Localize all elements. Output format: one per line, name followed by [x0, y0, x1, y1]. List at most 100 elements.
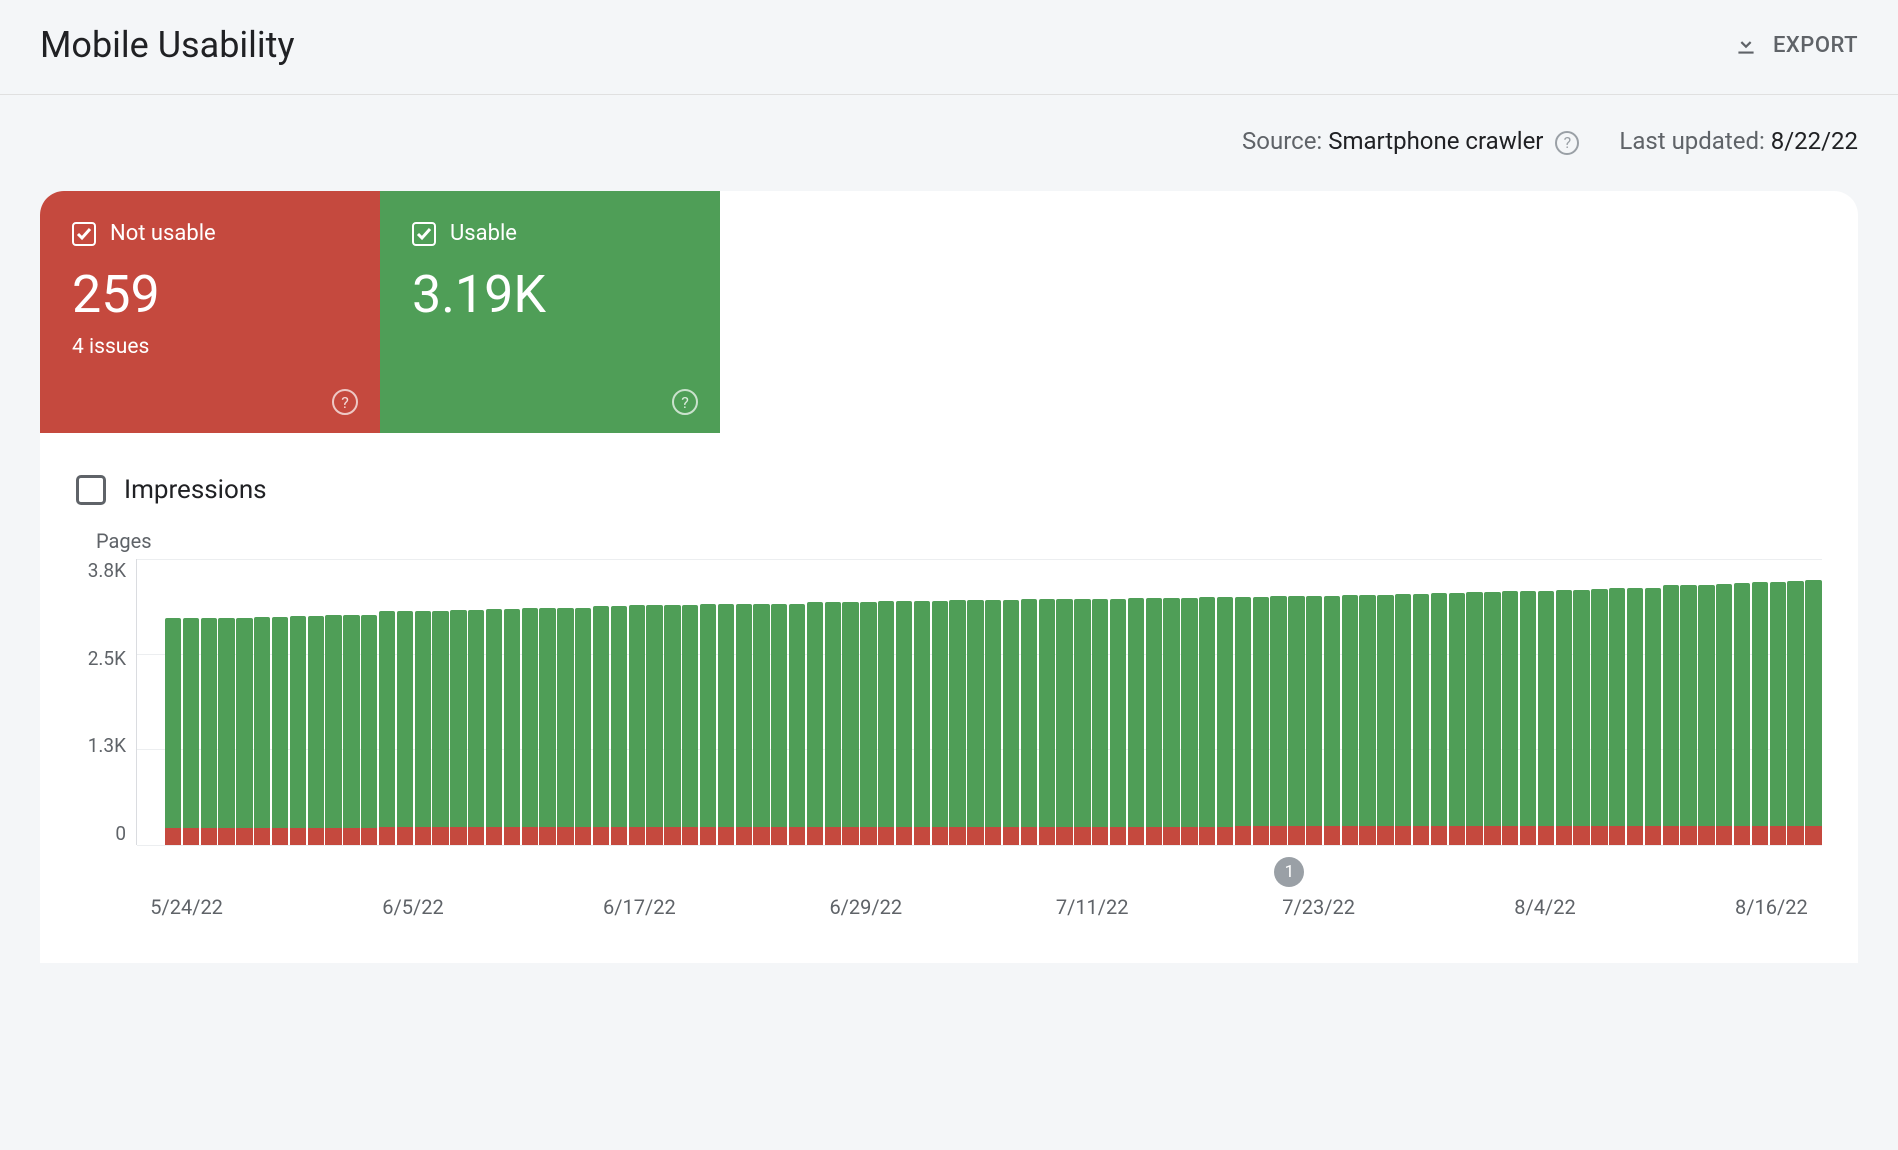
bar-day[interactable]	[1645, 559, 1661, 845]
bar-day[interactable]	[1627, 559, 1643, 845]
bar-day[interactable]	[254, 559, 270, 845]
bar-day[interactable]	[557, 559, 573, 845]
bar-day[interactable]	[325, 559, 341, 845]
status-card-usable[interactable]: Usable 3.19K ?	[380, 191, 720, 433]
bar-day[interactable]	[539, 559, 555, 845]
bar-day[interactable]	[896, 559, 912, 845]
checkbox-checked-icon[interactable]	[72, 222, 96, 246]
bar-day[interactable]	[1074, 559, 1090, 845]
bar-day[interactable]	[272, 559, 288, 845]
bar-day[interactable]	[218, 559, 234, 845]
help-icon[interactable]: ?	[672, 389, 698, 415]
bar-day[interactable]	[1181, 559, 1197, 845]
bar-day[interactable]	[949, 559, 965, 845]
bar-day[interactable]	[914, 559, 930, 845]
bar-day[interactable]	[504, 559, 520, 845]
bar-day[interactable]	[379, 559, 395, 845]
bar-day[interactable]	[1003, 559, 1019, 845]
bar-day[interactable]	[450, 559, 466, 845]
bar-day[interactable]	[967, 559, 983, 845]
bar-day[interactable]	[1128, 559, 1144, 845]
bar-day[interactable]	[486, 559, 502, 845]
bar-day[interactable]	[718, 559, 734, 845]
bar-day[interactable]	[165, 559, 181, 845]
bar-day[interactable]	[361, 559, 377, 845]
bar-day[interactable]	[825, 559, 841, 845]
bar-day[interactable]	[1716, 559, 1732, 845]
bar-day[interactable]	[593, 559, 609, 845]
bar-day[interactable]	[343, 559, 359, 845]
bar-day[interactable]	[1395, 559, 1411, 845]
bar-day[interactable]	[1698, 559, 1714, 845]
help-icon[interactable]: ?	[1555, 131, 1579, 155]
bar-day[interactable]	[860, 559, 876, 845]
bar-day[interactable]	[1092, 559, 1108, 845]
bar-day[interactable]	[290, 559, 306, 845]
bar-day[interactable]	[1324, 559, 1340, 845]
bar-day[interactable]	[1466, 559, 1482, 845]
bar-day[interactable]	[789, 559, 805, 845]
bar-day[interactable]	[1805, 559, 1821, 845]
bar-day[interactable]	[1235, 559, 1251, 845]
bar-day[interactable]	[878, 559, 894, 845]
bar-day[interactable]	[522, 559, 538, 845]
bar-day[interactable]	[1199, 559, 1215, 845]
bar-day[interactable]	[397, 559, 413, 845]
bar-day[interactable]	[1359, 559, 1375, 845]
bar-day[interactable]	[1163, 559, 1179, 845]
bar-day[interactable]	[1039, 559, 1055, 845]
bar-day[interactable]	[415, 559, 431, 845]
bar-day[interactable]	[932, 559, 948, 845]
bar-day[interactable]	[432, 559, 448, 845]
bar-day[interactable]	[1556, 559, 1572, 845]
bar-day[interactable]	[807, 559, 823, 845]
bar-day[interactable]	[1502, 559, 1518, 845]
bar-day[interactable]	[682, 559, 698, 845]
bar-day[interactable]	[1253, 559, 1269, 845]
bar-day[interactable]	[985, 559, 1001, 845]
bar-day[interactable]	[1609, 559, 1625, 845]
bar-day[interactable]	[1413, 559, 1429, 845]
bar-day[interactable]	[1306, 559, 1322, 845]
bar-day[interactable]	[646, 559, 662, 845]
bar-day[interactable]	[1342, 559, 1358, 845]
bar-day[interactable]	[236, 559, 252, 845]
chart-marker[interactable]: 1	[1274, 857, 1304, 887]
bar-day[interactable]	[1431, 559, 1447, 845]
bar-day[interactable]	[1520, 559, 1536, 845]
bar-day[interactable]	[771, 559, 787, 845]
bar-day[interactable]	[1663, 559, 1679, 845]
bar-day[interactable]	[1270, 559, 1286, 845]
bar-day[interactable]	[1484, 559, 1500, 845]
bar-day[interactable]	[1056, 559, 1072, 845]
bar-day[interactable]	[1573, 559, 1589, 845]
bar-day[interactable]	[1734, 559, 1750, 845]
bar-day[interactable]	[1288, 559, 1304, 845]
bar-day[interactable]	[1538, 559, 1554, 845]
status-card-not-usable[interactable]: Not usable 259 4 issues ?	[40, 191, 380, 433]
bar-day[interactable]	[611, 559, 627, 845]
bar-day[interactable]	[1752, 559, 1768, 845]
bar-day[interactable]	[468, 559, 484, 845]
bar-day[interactable]	[1787, 559, 1803, 845]
bar-day[interactable]	[1021, 559, 1037, 845]
bar-day[interactable]	[308, 559, 324, 845]
bar-day[interactable]	[1217, 559, 1233, 845]
bar-day[interactable]	[629, 559, 645, 845]
bar-day[interactable]	[1770, 559, 1786, 845]
bar-day[interactable]	[1110, 559, 1126, 845]
bar-day[interactable]	[1146, 559, 1162, 845]
bar-day[interactable]	[753, 559, 769, 845]
bar-day[interactable]	[736, 559, 752, 845]
checkbox-checked-icon[interactable]	[412, 222, 436, 246]
bar-day[interactable]	[664, 559, 680, 845]
export-button[interactable]: EXPORT	[1733, 32, 1858, 58]
bar-day[interactable]	[575, 559, 591, 845]
bar-day[interactable]	[1449, 559, 1465, 845]
bar-day[interactable]	[1591, 559, 1607, 845]
bar-day[interactable]	[201, 559, 217, 845]
bar-day[interactable]	[842, 559, 858, 845]
bar-day[interactable]	[1680, 559, 1696, 845]
impressions-checkbox[interactable]	[76, 475, 106, 505]
bar-day[interactable]	[183, 559, 199, 845]
